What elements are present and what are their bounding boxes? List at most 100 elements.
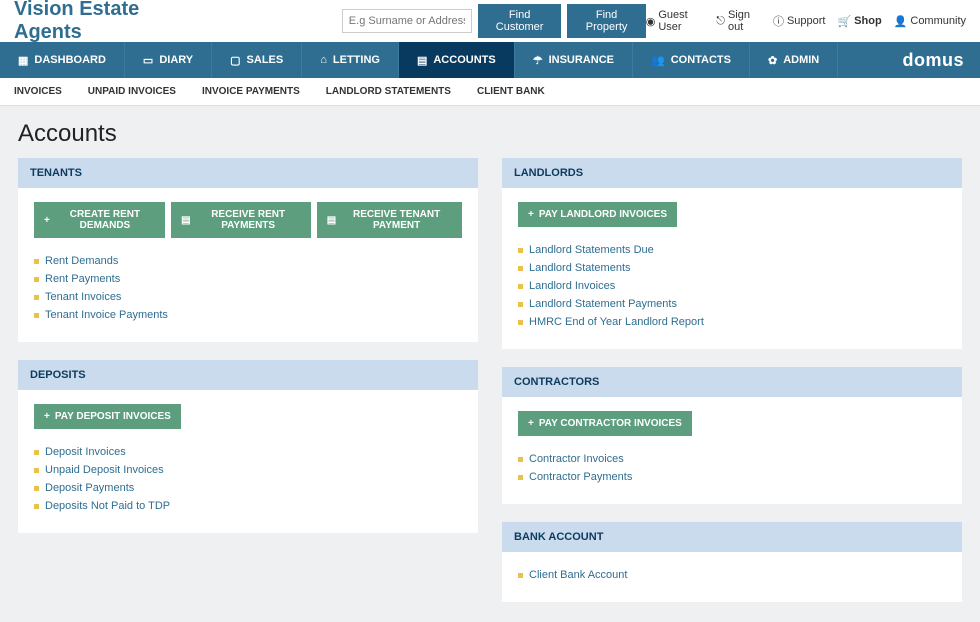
receive-rent-payments-button[interactable]: ▤RECEIVE RENT PAYMENTS [171, 202, 311, 238]
list-item: Unpaid Deposit Invoices [34, 461, 462, 479]
landlord-statement-payments-link[interactable]: Landlord Statement Payments [529, 298, 677, 310]
bank-panel: BANK ACCOUNT Client Bank Account [502, 522, 962, 602]
find-property-button[interactable]: Find Property [567, 4, 645, 38]
list-item: Tenant Invoice Payments [34, 306, 462, 324]
pay-landlord-invoices-button[interactable]: +PAY LANDLORD INVOICES [518, 202, 677, 227]
list-item: Contractor Invoices [518, 450, 946, 468]
bullet-icon [518, 248, 523, 253]
landlord-invoices-link[interactable]: Landlord Invoices [529, 280, 615, 292]
list-item: HMRC End of Year Landlord Report [518, 313, 946, 331]
nav-diary[interactable]: ▭DIARY [125, 42, 212, 78]
list-icon: ▤ [327, 215, 336, 226]
bullet-icon [34, 504, 39, 509]
people-icon: 👥 [651, 54, 665, 67]
rent-payments-link[interactable]: Rent Payments [45, 273, 120, 285]
bullet-icon [518, 573, 523, 578]
find-customer-button[interactable]: Find Customer [478, 4, 562, 38]
list-item: Tenant Invoices [34, 288, 462, 306]
list-item: Landlord Statements [518, 259, 946, 277]
client-bank-account-link[interactable]: Client Bank Account [529, 569, 627, 581]
bank-panel-head: BANK ACCOUNT [502, 522, 962, 552]
list-item: Rent Demands [34, 252, 462, 270]
sign-out-link[interactable]: ⎋Sign out [716, 9, 761, 33]
grid-icon: ▦ [18, 54, 28, 67]
list-item: Contractor Payments [518, 468, 946, 486]
nav-insurance[interactable]: ☂INSURANCE [515, 42, 633, 78]
list-item: Rent Payments [34, 270, 462, 288]
list-icon: ▤ [181, 215, 190, 226]
pay-deposit-invoices-button[interactable]: +PAY DEPOSIT INVOICES [34, 404, 181, 429]
contractors-panel: CONTRACTORS +PAY CONTRACTOR INVOICES Con… [502, 367, 962, 504]
calendar-icon: ▭ [143, 54, 153, 67]
landlord-statements-link[interactable]: Landlord Statements [529, 262, 631, 274]
list-item: Landlord Statement Payments [518, 295, 946, 313]
community-link[interactable]: 👤Community [894, 15, 966, 28]
list-item: Deposits Not Paid to TDP [34, 497, 462, 515]
unpaid-deposit-invoices-link[interactable]: Unpaid Deposit Invoices [45, 464, 164, 476]
deposits-not-paid-link[interactable]: Deposits Not Paid to TDP [45, 500, 170, 512]
list-item: Client Bank Account [518, 566, 946, 584]
person-icon: 👤 [894, 15, 908, 28]
user-circle-icon: ◉ [646, 15, 656, 28]
list-item: Landlord Invoices [518, 277, 946, 295]
hmrc-report-link[interactable]: HMRC End of Year Landlord Report [529, 316, 704, 328]
search-input[interactable] [342, 9, 472, 33]
nav-sales[interactable]: ▢SALES [212, 42, 302, 78]
brand-title: Vision Estate Agents [14, 0, 202, 44]
cart-icon: 🛒 [837, 15, 851, 28]
plus-icon: + [528, 418, 534, 429]
bullet-icon [34, 450, 39, 455]
nav-admin[interactable]: ✿ADMIN [750, 42, 838, 78]
bullet-icon [518, 475, 523, 480]
nav-dashboard[interactable]: ▦DASHBOARD [0, 42, 125, 78]
info-icon: ⓘ [773, 13, 784, 29]
contractors-panel-head: CONTRACTORS [502, 367, 962, 397]
signout-icon: ⎋ [716, 15, 725, 28]
rent-demands-link[interactable]: Rent Demands [45, 255, 118, 267]
landlords-panel: LANDLORDS +PAY LANDLORD INVOICES Landlor… [502, 158, 962, 349]
bullet-icon [518, 266, 523, 271]
calculator-icon: ▤ [417, 54, 427, 67]
domus-logo: domus [902, 50, 980, 71]
nav-letting[interactable]: ⌂LETTING [302, 42, 399, 78]
nav-accounts[interactable]: ▤ACCOUNTS [399, 42, 515, 78]
home-icon: ⌂ [320, 54, 327, 66]
plus-icon: + [528, 209, 534, 220]
guest-user-link[interactable]: ◉Guest User [646, 9, 705, 33]
tenant-invoices-link[interactable]: Tenant Invoices [45, 291, 121, 303]
bullet-icon [518, 320, 523, 325]
support-link[interactable]: ⓘSupport [773, 13, 826, 29]
deposit-payments-link[interactable]: Deposit Payments [45, 482, 134, 494]
deposit-invoices-link[interactable]: Deposit Invoices [45, 446, 126, 458]
deposits-panel-head: DEPOSITS [18, 360, 478, 390]
bullet-icon [518, 302, 523, 307]
landlord-statements-due-link[interactable]: Landlord Statements Due [529, 244, 654, 256]
create-rent-demands-button[interactable]: +CREATE RENT DEMANDS [34, 202, 165, 238]
subnav-clientbank[interactable]: CLIENT BANK [477, 86, 545, 97]
subnav-landlord[interactable]: LANDLORD STATEMENTS [326, 86, 451, 97]
bullet-icon [34, 295, 39, 300]
tenants-panel-head: TENANTS [18, 158, 478, 188]
nav-contacts[interactable]: 👥CONTACTS [633, 42, 750, 78]
subnav-payments[interactable]: INVOICE PAYMENTS [202, 86, 300, 97]
bullet-icon [34, 486, 39, 491]
pay-contractor-invoices-button[interactable]: +PAY CONTRACTOR INVOICES [518, 411, 692, 436]
top-bar: Vision Estate Agents Find Customer Find … [0, 0, 980, 42]
shop-link[interactable]: 🛒Shop [837, 15, 881, 28]
bullet-icon [518, 284, 523, 289]
page-title: Accounts [0, 106, 980, 158]
bullet-icon [518, 457, 523, 462]
subnav-unpaid[interactable]: UNPAID INVOICES [88, 86, 176, 97]
receive-tenant-payment-button[interactable]: ▤RECEIVE TENANT PAYMENT [317, 202, 462, 238]
subnav-invoices[interactable]: INVOICES [14, 86, 62, 97]
contractor-invoices-link[interactable]: Contractor Invoices [529, 453, 624, 465]
deposits-panel: DEPOSITS +PAY DEPOSIT INVOICES Deposit I… [18, 360, 478, 533]
contractor-payments-link[interactable]: Contractor Payments [529, 471, 632, 483]
list-item: Deposit Payments [34, 479, 462, 497]
main-nav: ▦DASHBOARD ▭DIARY ▢SALES ⌂LETTING ▤ACCOU… [0, 42, 980, 78]
list-item: Landlord Statements Due [518, 241, 946, 259]
plus-icon: + [44, 411, 50, 422]
list-item: Deposit Invoices [34, 443, 462, 461]
tenant-invoice-payments-link[interactable]: Tenant Invoice Payments [45, 309, 168, 321]
tenants-panel: TENANTS +CREATE RENT DEMANDS ▤RECEIVE RE… [18, 158, 478, 342]
